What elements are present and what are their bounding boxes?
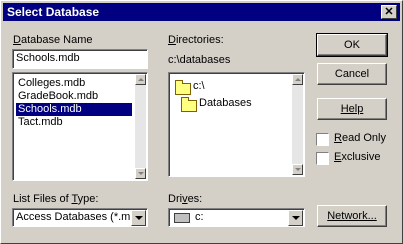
read-only-label[interactable]: Read Only <box>334 132 386 144</box>
arrow-up-icon <box>295 78 301 81</box>
exclusive-checkbox[interactable] <box>316 152 329 165</box>
arrow-up-icon <box>138 78 144 81</box>
cancel-button[interactable]: Cancel <box>317 63 387 85</box>
scroll-up-button[interactable] <box>135 74 146 85</box>
database-name-label: Database Name <box>13 34 93 46</box>
current-path: c:\databases <box>168 54 231 66</box>
network-button-label: Network... <box>327 210 377 222</box>
drives-label: Drives: <box>168 193 203 205</box>
drive-icon <box>174 213 190 223</box>
help-button-label: Help <box>340 103 364 115</box>
file-list[interactable]: Colleges.mdb GradeBook.mdb Schools.mdb T… <box>12 72 148 181</box>
file-list-item-selected[interactable]: Schools.mdb <box>16 103 132 116</box>
title-bar[interactable]: Select Database ✕ <box>3 3 400 21</box>
file-type-label: List Files of Type: <box>13 193 99 205</box>
file-list-scrollbar[interactable] <box>135 74 146 179</box>
arrow-down-icon <box>295 168 301 171</box>
file-type-select[interactable]: Access Databases (*.mc <box>12 208 148 227</box>
drives-dropdown-button[interactable] <box>288 210 303 226</box>
database-name-value: Schools.mdb <box>16 52 80 64</box>
open-folder-icon <box>175 80 191 95</box>
scroll-down-button[interactable] <box>292 164 303 175</box>
directories-label: Directories: <box>168 34 224 46</box>
directory-item-databases[interactable]: Databases <box>197 97 254 110</box>
read-only-checkbox[interactable] <box>316 133 329 146</box>
file-type-value: Access Databases (*.mc <box>16 211 130 223</box>
help-button[interactable]: Help <box>317 98 387 120</box>
arrow-down-icon <box>138 172 144 175</box>
scroll-down-button[interactable] <box>135 168 146 179</box>
exclusive-label[interactable]: Exclusive <box>334 151 380 163</box>
dialog-title: Select Database <box>7 5 100 19</box>
directory-tree[interactable]: c:\ Databases <box>168 72 305 177</box>
ok-button[interactable]: OK <box>316 33 388 57</box>
directory-scrollbar[interactable] <box>292 74 303 175</box>
file-type-dropdown-button[interactable] <box>131 210 146 226</box>
file-list-item[interactable]: Colleges.mdb <box>16 77 87 90</box>
database-name-input[interactable]: Schools.mdb <box>12 49 148 69</box>
scroll-up-button[interactable] <box>292 74 303 85</box>
close-button[interactable]: ✕ <box>381 5 397 19</box>
directory-item-root[interactable]: c:\ <box>191 80 207 93</box>
chevron-down-icon <box>135 216 143 220</box>
drives-select[interactable]: c: <box>168 208 305 227</box>
select-database-dialog: Select Database ✕ Database Name Schools.… <box>0 0 403 244</box>
close-icon: ✕ <box>384 6 394 18</box>
chevron-down-icon <box>292 216 300 220</box>
file-list-item[interactable]: Tact.mdb <box>16 116 65 129</box>
open-folder-icon <box>181 97 197 112</box>
file-list-item[interactable]: GradeBook.mdb <box>16 90 100 103</box>
network-button[interactable]: Network... <box>317 205 387 227</box>
drives-value: c: <box>195 211 204 223</box>
